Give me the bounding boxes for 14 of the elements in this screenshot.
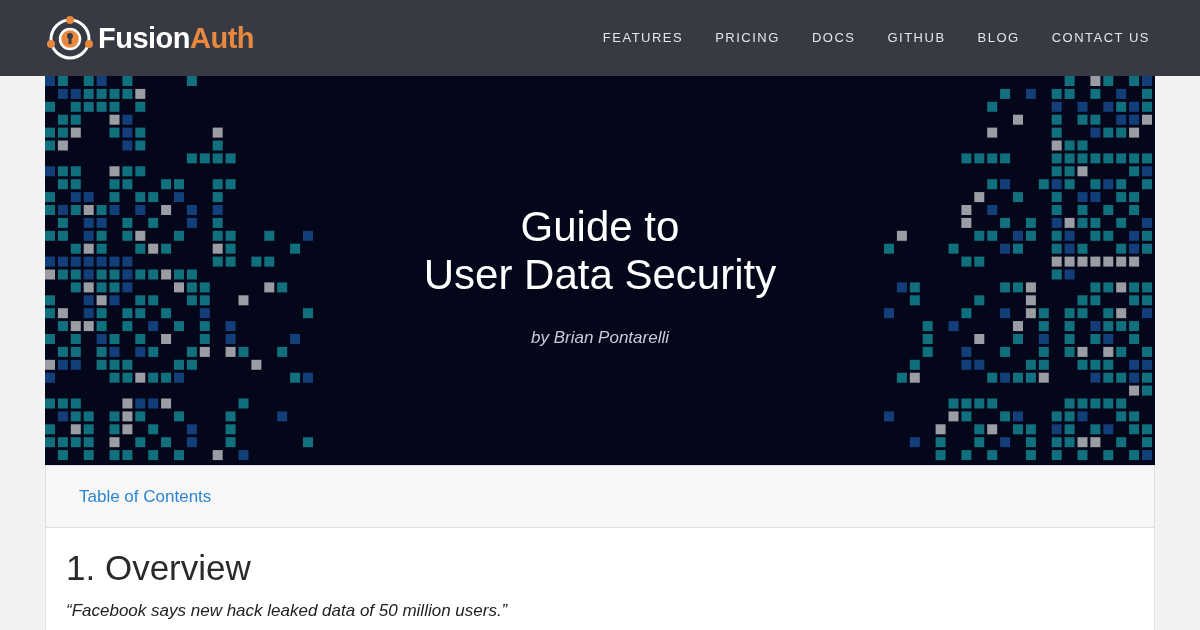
nav-link[interactable]: GITHUB: [887, 28, 946, 48]
hero-title: User Data Security: [423, 250, 777, 299]
nav-link[interactable]: FEATURES: [602, 28, 684, 48]
nav-link[interactable]: PRICING: [715, 28, 780, 48]
logo-icon: [46, 14, 94, 62]
nav-link[interactable]: BLOG: [977, 28, 1020, 48]
table-of-contents-link[interactable]: Table of Contents: [79, 483, 212, 510]
section-heading: 1. Overview: [66, 547, 252, 589]
author-byline: by Brian Pontarelli: [531, 326, 669, 349]
nav-link[interactable]: DOCS: [811, 28, 856, 48]
nav-link[interactable]: CONTACT US: [1051, 28, 1150, 48]
logo-text[interactable]: FusionAuth: [98, 23, 255, 53]
hero-title: Guide to: [520, 202, 680, 251]
quote-text: “Facebook says new hack leaked data of 50 million users.”: [66, 600, 509, 622]
